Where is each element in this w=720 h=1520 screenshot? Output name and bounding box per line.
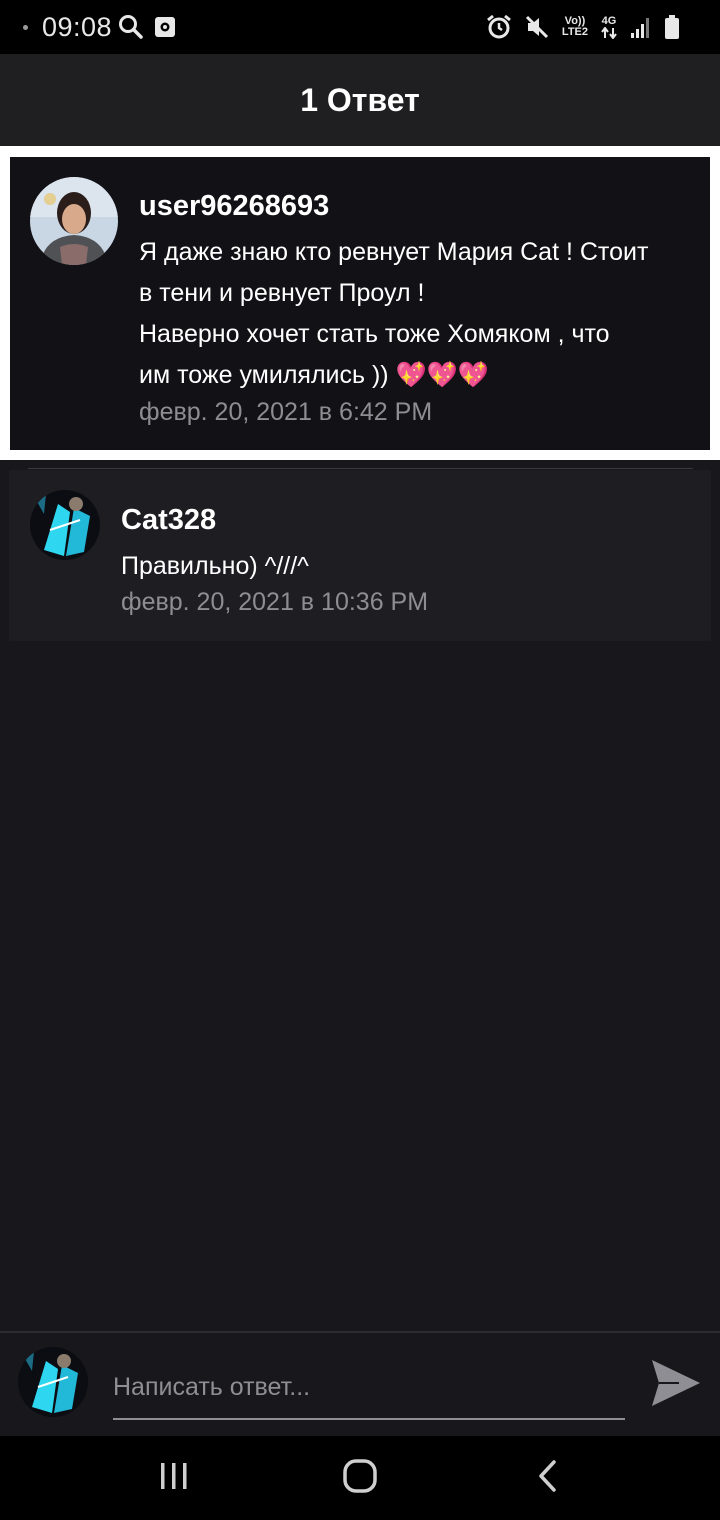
data-4g-icon: 4G xyxy=(600,15,618,39)
comment-text-line: в тени и ревнует Проул ! xyxy=(139,279,425,307)
notification-dot xyxy=(23,25,28,30)
nav-bar xyxy=(0,1436,720,1520)
comment-date: февр. 20, 2021 в 6:42 PM xyxy=(139,398,433,426)
avatar[interactable] xyxy=(30,490,100,560)
screen: 09:08 Vo)) LTE2 4G 1 Ответ user96268693 … xyxy=(0,0,720,1520)
comment-author[interactable]: user96268693 xyxy=(139,190,329,223)
reply-text: Правильно) ^///^ xyxy=(121,552,309,580)
reply-date: февр. 20, 2021 в 10:36 PM xyxy=(121,588,429,616)
signal-icon xyxy=(630,15,652,39)
mute-icon xyxy=(524,14,550,40)
search-icon xyxy=(118,14,144,40)
screenshot-icon xyxy=(154,14,176,40)
original-comment[interactable]: user96268693 Я даже знаю кто ревнует Мар… xyxy=(10,157,710,450)
volte-icon: Vo)) LTE2 xyxy=(561,15,588,38)
current-user-avatar[interactable] xyxy=(18,1347,88,1417)
send-button[interactable] xyxy=(649,1356,703,1410)
home-icon xyxy=(342,1458,378,1499)
back-button[interactable] xyxy=(518,1452,578,1504)
status-right-icons: Vo)) LTE2 4G xyxy=(486,14,680,40)
status-left-icons xyxy=(118,14,176,40)
send-icon xyxy=(649,1360,703,1414)
reply-item[interactable]: Cat328 Правильно) ^///^ февр. 20, 2021 в… xyxy=(9,470,711,641)
reply-author[interactable]: Cat328 xyxy=(121,504,216,537)
reply-input[interactable] xyxy=(113,1356,625,1420)
battery-icon xyxy=(664,14,680,40)
status-time: 09:08 xyxy=(42,12,113,42)
recent-apps-button[interactable] xyxy=(144,1452,204,1504)
page-title: 1 Ответ xyxy=(300,81,420,118)
header: 1 Ответ xyxy=(0,54,720,146)
comment-text-line: Наверно хочет стать тоже Хомяком , что xyxy=(139,320,610,348)
comment-text: Я даже знаю кто ревнует Мария Cat ! Стои… xyxy=(139,232,648,396)
avatar[interactable] xyxy=(30,177,118,265)
back-icon xyxy=(536,1459,560,1498)
recent-apps-icon xyxy=(158,1460,190,1497)
alarm-icon xyxy=(486,14,512,40)
divider xyxy=(28,468,693,469)
comment-text-line: Я даже знаю кто ревнует Мария Cat ! Стои… xyxy=(139,238,649,266)
status-bar: 09:08 Vo)) LTE2 4G xyxy=(0,0,720,54)
comment-text-line: им тоже умилялись )) 💖💖💖 xyxy=(139,361,489,389)
home-button[interactable] xyxy=(330,1452,390,1504)
